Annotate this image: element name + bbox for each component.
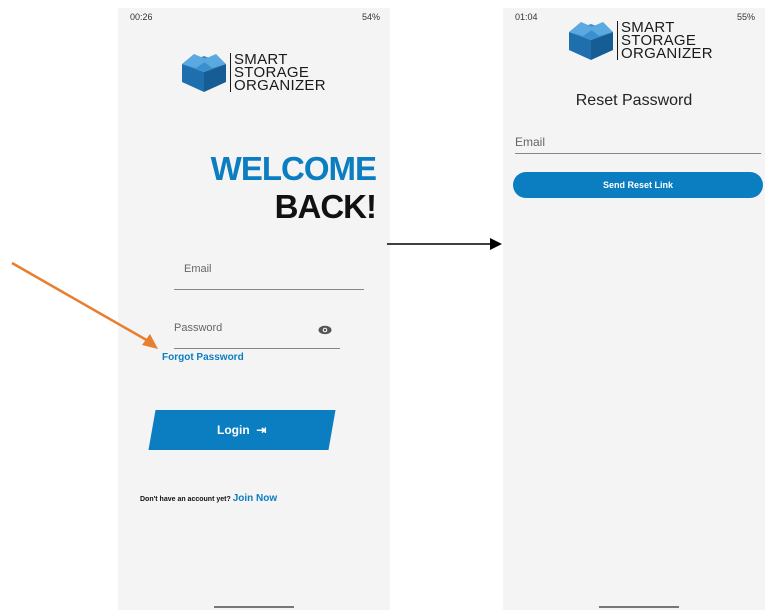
- login-label: Login: [217, 423, 250, 437]
- status-time: 00:26: [130, 12, 153, 22]
- eye-icon[interactable]: [318, 325, 332, 335]
- back-heading: BACK!: [274, 188, 377, 225]
- app-logo: SMART STORAGE ORGANIZER: [178, 50, 326, 94]
- box-logo-icon: [569, 22, 613, 60]
- logo-text: SMART STORAGE ORGANIZER: [230, 52, 326, 93]
- status-bar: 00:26 54%: [130, 12, 380, 22]
- password-field[interactable]: Password: [174, 322, 340, 349]
- signup-prompt: Don't have an account yet?: [140, 496, 231, 503]
- login-button-content: Login ⇥: [217, 423, 266, 437]
- join-now-link[interactable]: Join Now: [233, 493, 277, 504]
- battery-level: 54%: [361, 12, 380, 22]
- login-button[interactable]: Login ⇥: [148, 410, 336, 450]
- password-placeholder: Password: [174, 322, 223, 334]
- page-title: Reset Password: [575, 92, 693, 109]
- status-time: 01:04: [515, 12, 538, 22]
- box-logo-icon: [182, 54, 226, 92]
- navigation-arrowhead: [490, 238, 502, 250]
- welcome-heading: WELCOME: [210, 150, 377, 187]
- login-arrow-icon: ⇥: [253, 423, 267, 437]
- email-field[interactable]: Email: [515, 135, 761, 154]
- reset-password-screen: 01:04 55% SMART STORAGE ORGANIZER Reset …: [503, 8, 765, 610]
- home-indicator: [214, 606, 294, 608]
- battery-level: 55%: [736, 12, 755, 22]
- app-logo: SMART STORAGE ORGANIZER: [565, 18, 713, 62]
- home-indicator: [599, 606, 679, 608]
- email-field[interactable]: Email: [174, 263, 364, 290]
- forgot-password-link[interactable]: Forgot Password: [162, 352, 244, 363]
- email-placeholder: Email: [184, 263, 212, 275]
- signup-row: Don't have an account yet? Join Now: [140, 493, 277, 504]
- logo-text: SMART STORAGE ORGANIZER: [617, 20, 713, 61]
- login-screen: 00:26 54% SMART STORAGE ORGANIZER WELCOM…: [118, 8, 390, 610]
- email-placeholder: Email: [515, 135, 546, 149]
- send-reset-link-button[interactable]: Send Reset Link: [513, 172, 763, 198]
